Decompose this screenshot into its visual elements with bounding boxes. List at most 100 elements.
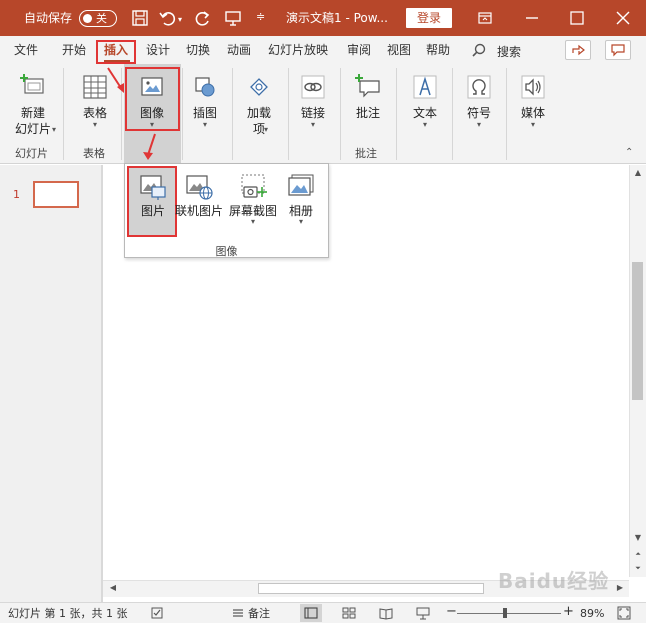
dropdown-group-label: 图像 [215, 245, 238, 258]
search-icon[interactable] [472, 43, 486, 57]
undo-icon[interactable] [158, 9, 176, 27]
previous-slide-icon[interactable]: ⏶ [632, 548, 644, 560]
login-button[interactable]: 登录 [406, 8, 452, 28]
tab-home[interactable]: 开始 [62, 43, 86, 57]
annotation-arrow-icon [143, 133, 156, 160]
maximize-icon[interactable] [568, 9, 586, 27]
photo-album-dropdown-icon[interactable]: ▾ [277, 218, 325, 226]
save-icon[interactable] [131, 9, 149, 27]
table-dropdown-icon[interactable]: ▾ [72, 121, 118, 129]
images-button[interactable]: 图像 ▾ [129, 73, 175, 129]
new-slide-dropdown-icon[interactable]: ▾ [52, 126, 56, 134]
new-comment-icon [355, 74, 380, 98]
screenshot-dropdown-icon[interactable]: ▾ [229, 218, 277, 226]
scroll-up-icon[interactable]: ▲ [632, 167, 644, 179]
images-dropdown-icon[interactable]: ▾ [129, 121, 175, 129]
share-icon [572, 44, 585, 56]
images-label: 图像 [139, 106, 164, 120]
accessibility-icon[interactable] [150, 606, 164, 620]
group-separator [288, 68, 289, 160]
ribbon-tab-bar: 文件 开始 插入 设计 切换 动画 幻灯片放映 审阅 视图 帮助 搜索 [0, 36, 646, 64]
ribbon-panel: 新建 幻灯片 ▾ 幻灯片 表格 ▾ 表格 图像 ▾ 插图 ▾ 加载 项 ▾ 链接… [0, 64, 646, 164]
addins-label-1: 加载 [246, 106, 271, 120]
vertical-scroll-thumb[interactable] [632, 262, 643, 400]
annotation-arrow-icon [107, 67, 124, 93]
tab-animations[interactable]: 动画 [227, 43, 251, 57]
group-separator [506, 68, 507, 160]
text-button[interactable]: 文本 ▾ [402, 73, 448, 129]
scroll-right-icon[interactable]: ▶ [614, 582, 626, 594]
toggle-knob [83, 14, 92, 23]
tab-slideshow[interactable]: 幻灯片放映 [268, 43, 328, 57]
tab-view[interactable]: 视图 [387, 43, 411, 57]
tab-help[interactable]: 帮助 [426, 43, 450, 57]
tab-file[interactable]: 文件 [14, 43, 38, 57]
symbols-button[interactable]: 符号 ▾ [456, 73, 502, 129]
zoom-out-icon[interactable]: − [446, 605, 457, 618]
group-separator [232, 68, 233, 160]
slide-sorter-icon[interactable] [342, 606, 356, 620]
addins-button[interactable]: 加载 项 [236, 73, 282, 137]
scroll-down-icon[interactable]: ▼ [632, 532, 644, 544]
tab-review[interactable]: 审阅 [347, 43, 371, 57]
autosave-toggle[interactable]: 关 [79, 10, 117, 27]
share-button[interactable] [565, 40, 591, 60]
shapes-icon [195, 77, 215, 97]
slide-info: 幻灯片 第 1 张，共 1 张 [8, 607, 128, 620]
new-slide-icon [20, 74, 44, 94]
illustrations-dropdown-icon[interactable]: ▾ [182, 121, 228, 129]
scroll-left-icon[interactable]: ◀ [107, 582, 119, 594]
zoom-slider-thumb[interactable] [503, 608, 507, 618]
next-slide-icon[interactable]: ⏷ [632, 562, 644, 574]
links-dropdown-icon[interactable]: ▾ [290, 121, 336, 129]
search-label[interactable]: 搜索 [497, 45, 521, 59]
new-slide-label-2: 幻灯片 [14, 122, 51, 136]
addins-dropdown-icon[interactable]: ▾ [264, 126, 268, 134]
photo-album-label: 相册 [288, 204, 313, 218]
close-icon[interactable] [614, 9, 632, 27]
group-label-slides: 幻灯片 [15, 147, 48, 160]
links-button[interactable]: 链接 ▾ [290, 73, 336, 129]
dropdown-item-pictures[interactable]: 图片 [129, 168, 177, 236]
group-separator [340, 68, 341, 160]
redo-icon[interactable] [194, 9, 212, 27]
slide-number: 1 [13, 188, 20, 201]
zoom-percent[interactable]: 89% [580, 607, 604, 620]
new-slide-button[interactable]: 新建 幻灯片 [10, 73, 56, 137]
zoom-slider[interactable] [457, 613, 561, 614]
ribbon-display-icon[interactable] [476, 9, 494, 27]
tab-design[interactable]: 设计 [146, 43, 170, 57]
omega-icon [467, 75, 491, 99]
slideshow-icon[interactable] [416, 606, 430, 620]
horizontal-scroll-thumb[interactable] [258, 583, 484, 594]
customize-qat-icon[interactable]: ≑ [256, 10, 265, 24]
notes-button[interactable]: 备注 [248, 607, 270, 620]
dropdown-item-online-pictures[interactable]: 联机图片 [175, 168, 223, 218]
comments-button[interactable] [605, 40, 631, 60]
undo-dropdown-icon[interactable]: ▾ [178, 13, 182, 27]
text-icon [413, 75, 437, 99]
reading-view-icon[interactable] [379, 606, 393, 620]
minimize-icon[interactable] [523, 9, 541, 27]
media-button[interactable]: 媒体 ▾ [510, 73, 556, 129]
group-label-tables: 表格 [83, 147, 105, 160]
present-icon[interactable] [224, 9, 242, 27]
pictures-icon [140, 175, 166, 200]
text-dropdown-icon[interactable]: ▾ [402, 121, 448, 129]
dropdown-item-photo-album[interactable]: 相册 ▾ [277, 168, 325, 226]
tab-insert[interactable]: 插入 [104, 43, 128, 57]
group-separator [452, 68, 453, 160]
tab-transitions[interactable]: 切换 [186, 43, 210, 57]
fit-to-window-icon[interactable] [617, 606, 631, 620]
dropdown-item-screenshot[interactable]: 屏幕截图 ▾ [229, 168, 277, 226]
media-dropdown-icon[interactable]: ▾ [510, 121, 556, 129]
zoom-in-icon[interactable]: + [563, 605, 574, 618]
link-icon [301, 75, 325, 99]
slide-thumbnail[interactable] [33, 181, 79, 208]
normal-view-button[interactable] [300, 604, 322, 622]
collapse-ribbon-icon[interactable]: ⌃ [625, 147, 633, 158]
new-comment-button[interactable]: 批注 [345, 73, 391, 121]
addins-label-2: 项 [252, 122, 265, 136]
symbols-dropdown-icon[interactable]: ▾ [456, 121, 502, 129]
illustrations-button[interactable]: 插图 ▾ [182, 73, 228, 129]
